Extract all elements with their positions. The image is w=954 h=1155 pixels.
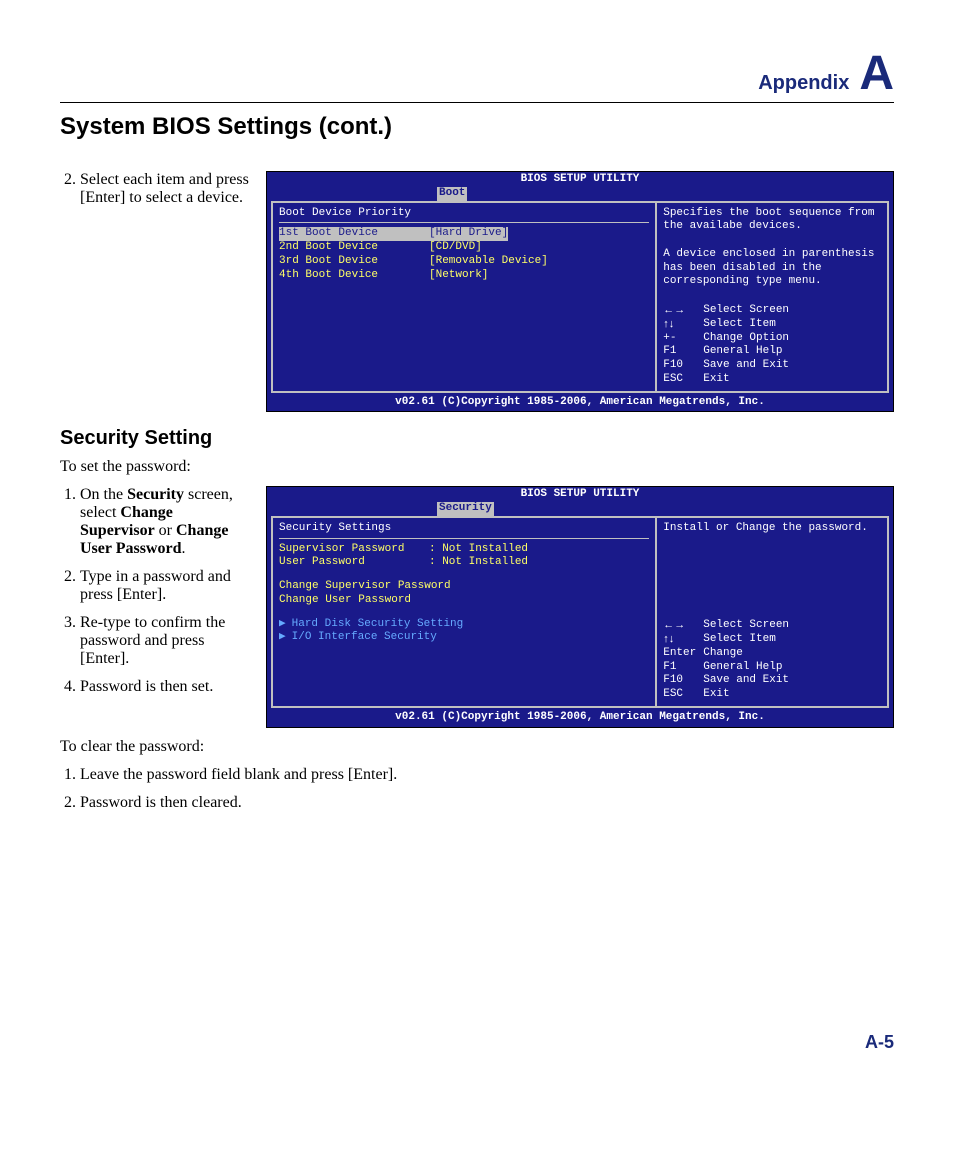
bios-tabs: Boot (267, 187, 893, 201)
sec2-step2: Type in a password and press [Enter]. (80, 568, 250, 604)
bios-left-panel: Boot Device Priority 1st Boot Device[Har… (273, 203, 657, 391)
page-number: A-5 (60, 1032, 894, 1053)
bios-copyright: v02.61 (C)Copyright 1985-2006, American … (267, 395, 893, 412)
to-set-password: To set the password: (60, 458, 894, 476)
bios-help-text: Specifies the boot sequence from the ava… (663, 207, 881, 290)
boot-row-2: 2nd Boot Device[CD/DVD] (279, 241, 649, 255)
page-title: System BIOS Settings (cont.) (60, 113, 894, 141)
hdd-security-submenu: ▶Hard Disk Security Setting (279, 618, 649, 632)
appendix-label: Appendix (758, 72, 849, 95)
io-security-submenu: ▶I/O Interface Security (279, 631, 649, 645)
sec2-step1: On the Security screen, select Change Su… (80, 486, 250, 558)
bios-copyright-2: v02.61 (C)Copyright 1985-2006, American … (267, 710, 893, 727)
boot-row-4: 4th Boot Device[Network] (279, 269, 649, 283)
bios-tab-boot: Boot (437, 187, 467, 201)
boot-row-3: 3rd Boot Device[Removable Device] (279, 255, 649, 269)
clear-step2: Password is then cleared. (80, 794, 894, 812)
boot-row-1: 1st Boot Device[Hard Drive] (279, 227, 649, 241)
page-header: Appendix A (60, 50, 894, 98)
bios-help-text-2: Install or Change the password. (663, 522, 881, 536)
change-supervisor: Change Supervisor Password (279, 580, 649, 594)
bios-key-hints-2: ←→Select Screen ↑↓Select Item EnterChang… (663, 619, 881, 702)
sec2-step4: Password is then set. (80, 678, 250, 696)
submenu-arrow-icon: ▶ (279, 618, 286, 632)
user-pw-row: User Password: Not Installed (279, 556, 649, 570)
bios-title-2: BIOS SETUP UTILITY (267, 487, 893, 502)
supervisor-pw-row: Supervisor Password: Not Installed (279, 543, 649, 557)
bios-right-panel-2: Install or Change the password. ←→Select… (657, 518, 887, 706)
step-text-block: Select each item and press [Enter] to se… (60, 171, 250, 217)
bios-right-panel: Specifies the boot sequence from the ava… (657, 203, 887, 391)
bios-screenshot-security: BIOS SETUP UTILITY Security Security Set… (266, 486, 894, 727)
to-clear-password: To clear the password: (60, 738, 894, 756)
appendix-letter: A (859, 50, 894, 98)
bios-screenshot-boot: BIOS SETUP UTILITY Boot Boot Device Prio… (266, 171, 894, 412)
clear-steps: Leave the password field blank and press… (80, 766, 894, 812)
bios-left-panel-2: Security Settings Supervisor Password: N… (273, 518, 657, 706)
bios-heading: Boot Device Priority (279, 207, 649, 221)
bios-tab-security: Security (437, 502, 494, 516)
submenu-arrow-icon: ▶ (279, 631, 286, 645)
sec2-step3: Re-type to confirm the password and pres… (80, 614, 250, 668)
sec1-step2: Select each item and press [Enter] to se… (80, 171, 250, 207)
security-title: Security Setting (60, 427, 894, 450)
bios-tabs-2: Security (267, 502, 893, 516)
bios-title: BIOS SETUP UTILITY (267, 172, 893, 187)
clear-step1: Leave the password field blank and press… (80, 766, 894, 784)
header-rule (60, 102, 894, 103)
change-user: Change User Password (279, 594, 649, 608)
security-steps: On the Security screen, select Change Su… (60, 486, 250, 706)
bios-heading-2: Security Settings (279, 522, 649, 536)
bios-key-hints: ←→Select Screen ↑↓Select Item +-Change O… (663, 304, 881, 387)
